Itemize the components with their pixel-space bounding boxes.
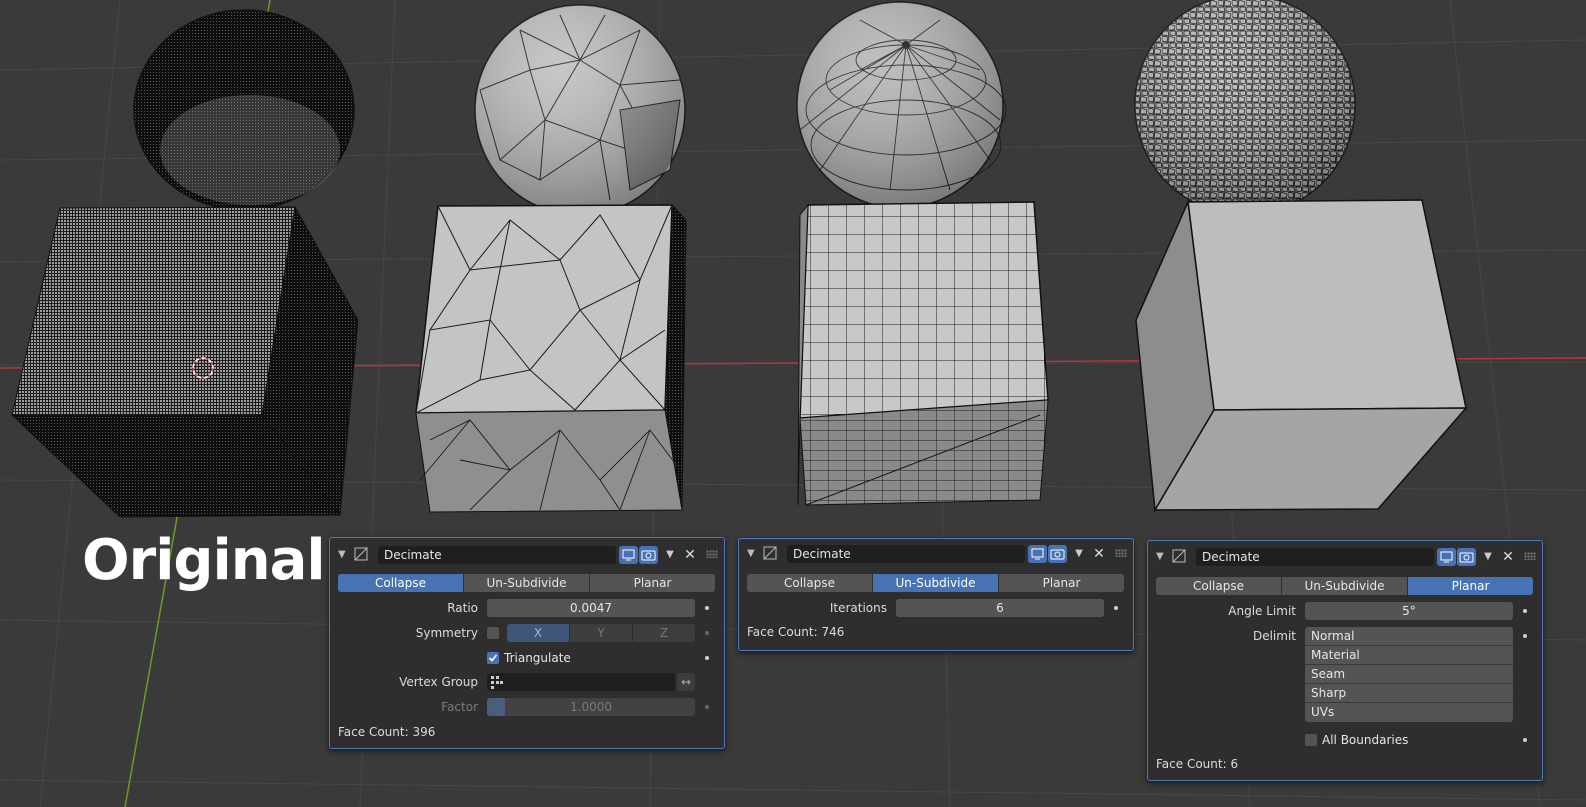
factor-value: 1.0000 [570,700,612,714]
symmetry-checkbox[interactable] [487,627,499,639]
modifier-header: ▼ Decimate ▼ ✕ [745,545,1127,563]
axis-x-button[interactable]: X [507,624,570,642]
modifier-header: ▼ Decimate ▼ ✕ [336,546,718,564]
original-label: Original [82,528,326,593]
invert-arrows-icon[interactable]: ↔ [677,673,695,691]
delimit-option-sharp[interactable]: Sharp [1305,684,1513,703]
delimit-label: Delimit [1252,629,1296,643]
decimate-modifier-icon [1172,549,1186,563]
factor-fill-bar [487,698,505,716]
keyframe-dot-icon[interactable] [1114,606,1118,610]
symmetry-axis-selector: X Y Z [507,624,695,642]
factor-label: Factor [441,700,478,714]
factor-field[interactable]: 1.0000 [487,698,695,716]
symmetry-label: Symmetry [415,626,478,640]
vertex-group-label: Vertex Group [399,675,478,689]
drag-grip-icon[interactable] [706,550,718,558]
decimate-panel-unsubdivide: ▼ Decimate ▼ ✕ Collapse Un-Subdivide Pla… [738,538,1134,651]
decimate-mode-tabs: Collapse Un-Subdivide Planar [747,574,1124,592]
show-in-viewport-icon[interactable] [1437,548,1456,566]
collapse-chevron-icon[interactable]: ▼ [1156,550,1168,564]
iterations-label: Iterations [829,601,887,615]
keyframe-dot-icon[interactable] [705,631,709,635]
delimit-options-list: Normal Material Seam Sharp UVs [1305,627,1513,722]
ratio-label: Ratio [447,601,478,615]
tab-collapse[interactable]: Collapse [747,574,873,592]
face-count-text: Face Count: 6 [1156,757,1239,771]
collapse-mesh [415,4,687,513]
iterations-field[interactable]: 6 [896,599,1104,617]
decimate-mode-tabs: Collapse Un-Subdivide Planar [338,574,715,592]
decimate-panel-planar: ▼ Decimate ▼ ✕ Collapse Un-Subdivide Pla… [1147,540,1543,781]
tab-un-subdivide[interactable]: Un-Subdivide [1282,577,1408,595]
face-count-text: Face Count: 746 [747,625,845,639]
show-in-render-icon[interactable] [639,546,658,564]
drag-grip-icon[interactable] [1524,552,1536,560]
tab-un-subdivide[interactable]: Un-Subdivide [873,574,999,592]
tab-planar[interactable]: Planar [1408,577,1533,595]
triangulate-label: Triangulate [504,651,571,665]
triangulate-checkbox[interactable] [487,652,499,664]
delimit-option-normal[interactable]: Normal [1305,627,1513,646]
decimate-modifier-icon [354,547,368,561]
collapse-chevron-icon[interactable]: ▼ [338,548,350,562]
keyframe-dot-icon[interactable] [705,656,709,660]
axis-z-button[interactable]: Z [633,624,695,642]
axis-y-button[interactable]: Y [570,624,633,642]
show-in-render-icon[interactable] [1457,548,1476,566]
unsubdivide-mesh [796,1,1049,506]
chevron-down-icon[interactable]: ▼ [662,546,678,564]
original-mesh [10,9,359,518]
chevron-down-icon[interactable]: ▼ [1071,545,1087,563]
decimate-mode-tabs: Collapse Un-Subdivide Planar [1156,577,1533,595]
tab-collapse[interactable]: Collapse [338,574,464,592]
delimit-option-uvs[interactable]: UVs [1305,703,1513,722]
keyframe-dot-icon[interactable] [1523,609,1527,613]
close-icon[interactable]: ✕ [682,546,698,564]
show-in-viewport-icon[interactable] [619,546,638,564]
keyframe-dot-icon[interactable] [705,705,709,709]
vertex-group-icon [491,676,503,689]
decimate-modifier-icon [763,546,777,560]
planar-mesh [1134,0,1468,513]
all-boundaries-checkbox[interactable] [1305,734,1317,746]
vertex-group-field[interactable] [487,673,675,691]
tab-collapse[interactable]: Collapse [1156,577,1282,595]
keyframe-dot-icon[interactable] [705,606,709,610]
tab-un-subdivide[interactable]: Un-Subdivide [464,574,590,592]
close-icon[interactable]: ✕ [1500,548,1516,566]
all-boundaries-label: All Boundaries [1322,733,1409,747]
keyframe-dot-icon[interactable] [1523,634,1527,638]
modifier-name-field[interactable]: Decimate [1196,548,1434,566]
modifier-name-field[interactable]: Decimate [787,545,1025,563]
keyframe-dot-icon[interactable] [1523,738,1527,742]
modifier-header: ▼ Decimate ▼ ✕ [1154,548,1536,566]
drag-grip-icon[interactable] [1115,549,1127,557]
face-count-text: Face Count: 396 [338,725,436,739]
close-icon[interactable]: ✕ [1091,545,1107,563]
modifier-name-field[interactable]: Decimate [378,546,616,564]
show-in-viewport-icon[interactable] [1028,545,1047,563]
tab-planar[interactable]: Planar [590,574,715,592]
chevron-down-icon[interactable]: ▼ [1480,548,1496,566]
delimit-option-material[interactable]: Material [1305,646,1513,665]
delimit-option-seam[interactable]: Seam [1305,665,1513,684]
show-in-render-icon[interactable] [1048,545,1067,563]
angle-limit-field[interactable]: 5° [1305,602,1513,620]
decimate-panel-collapse: ▼ Decimate ▼ ✕ Collapse Un-Subdivide Pla… [329,537,725,749]
collapse-chevron-icon[interactable]: ▼ [747,547,759,561]
tab-planar[interactable]: Planar [999,574,1124,592]
angle-limit-label: Angle Limit [1228,604,1296,618]
ratio-field[interactable]: 0.0047 [487,599,695,617]
